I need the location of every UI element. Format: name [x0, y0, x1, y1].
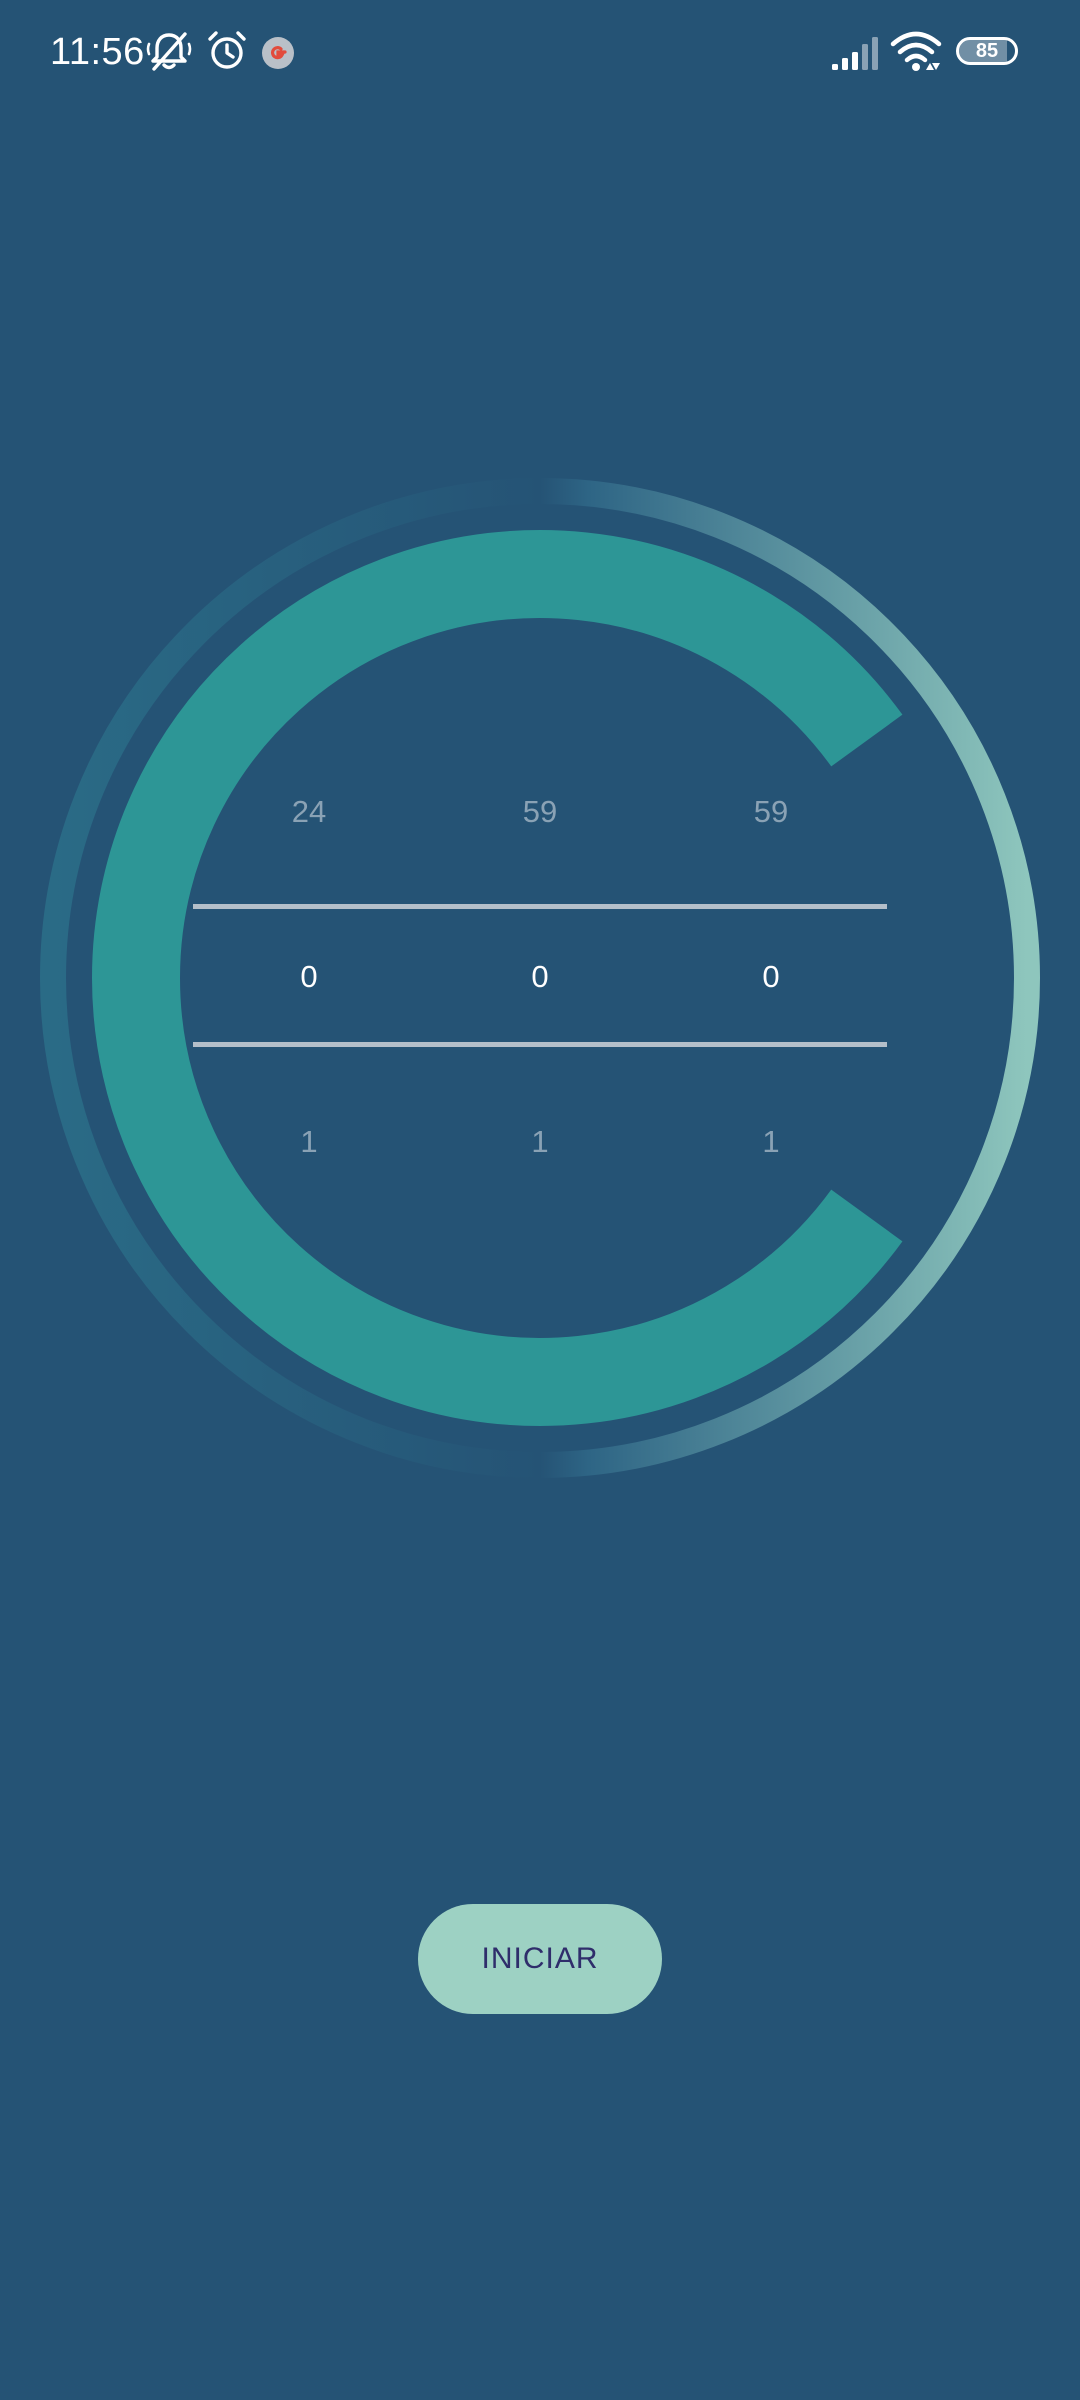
minutes-current-value[interactable]: 0	[460, 957, 620, 997]
time-picker[interactable]: 24 0 1 59 0 1 59 0 1	[193, 760, 887, 1200]
start-button[interactable]: INICIAR	[418, 1904, 662, 2014]
google-icon	[262, 37, 294, 69]
battery-level: 85	[975, 40, 999, 62]
alarm-icon	[208, 31, 246, 69]
seconds-next-value[interactable]: 1	[691, 1122, 851, 1162]
hours-prev-value[interactable]: 24	[229, 792, 389, 832]
status-bar: 11:56 85	[0, 0, 1080, 104]
minutes-wheel[interactable]: 59 0 1	[460, 760, 620, 1200]
wifi-icon	[890, 31, 942, 71]
muted-bell-icon	[146, 32, 192, 71]
signal-icon	[832, 37, 878, 70]
minutes-prev-value[interactable]: 59	[460, 792, 620, 832]
status-time: 11:56	[50, 31, 145, 73]
minutes-next-value[interactable]: 1	[460, 1122, 620, 1162]
seconds-current-value[interactable]: 0	[691, 957, 851, 997]
seconds-prev-value[interactable]: 59	[691, 792, 851, 832]
hours-next-value[interactable]: 1	[229, 1122, 389, 1162]
seconds-wheel[interactable]: 59 0 1	[691, 760, 851, 1200]
battery-icon: 85	[956, 37, 1018, 65]
hours-current-value[interactable]: 0	[229, 957, 389, 997]
hours-wheel[interactable]: 24 0 1	[229, 760, 389, 1200]
